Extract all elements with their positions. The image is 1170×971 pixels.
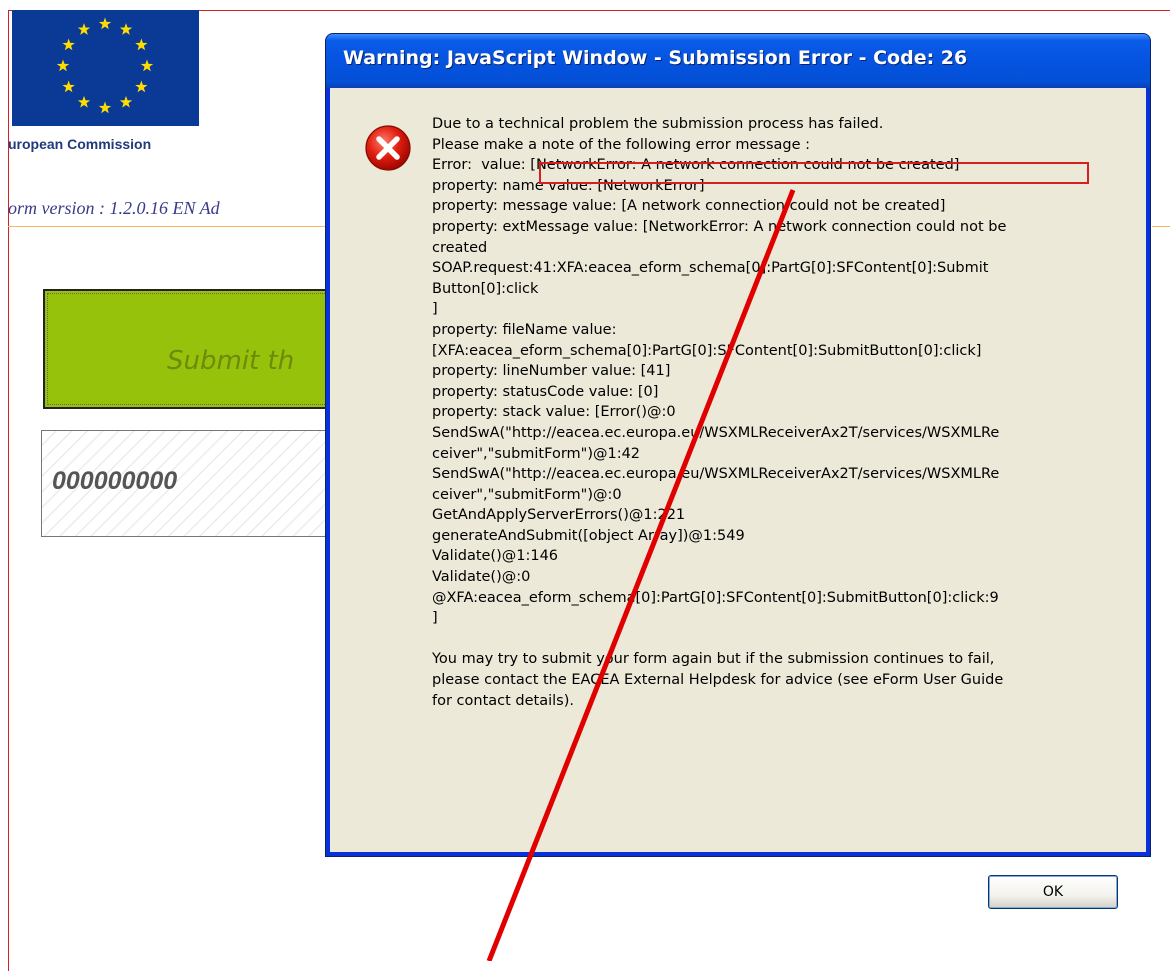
message-line: SendSwA("http://eacea.ec.europa.eu/WSXML… [432,466,1000,483]
error-message: Due to a technical problem the submissio… [432,114,1132,711]
form-version-label: orm version : 1.2.0.16 EN Ad [8,198,220,218]
message-line: Validate()@:0 [432,569,531,586]
eu-flag-logo [12,10,199,126]
submission-number-value: 000000000 [52,467,178,495]
message-line: property: message value: [A network conn… [432,198,946,215]
ok-button[interactable]: OK [988,875,1118,909]
message-line: SOAP.request:41:XFA:eacea_eform_schema[0… [432,260,989,277]
error-dialog: Warning: JavaScript Window - Submission … [325,33,1151,909]
message-line [432,629,1132,650]
message-line: ceiver","submitForm")@1:42 [432,445,641,462]
dialog-titlebar[interactable]: Warning: JavaScript Window - Submission … [326,34,1150,88]
message-line: You may try to submit your form again bu… [432,651,995,668]
message-line: Button[0]:click [432,280,539,297]
message-line: ] [432,610,438,627]
dialog-title: Warning: JavaScript Window - Submission … [343,47,968,69]
eu-caption: uropean Commission [8,136,152,152]
message-line: for contact details). [432,692,574,709]
message-line: GetAndApplyServerErrors()@1:221 [432,507,686,524]
eu-stars-icon [56,17,154,114]
divider [1152,226,1170,227]
message-line: ceiver","submitForm")@:0 [432,486,622,503]
message-line: property: statusCode value: [0] [432,383,659,400]
message-line: Please make a note of the following erro… [432,136,811,153]
message-line: please contact the EACEA External Helpde… [432,672,1004,689]
message-line: [XFA:eacea_eform_schema[0]:PartG[0]:SFCo… [432,342,982,359]
message-line: property: stack value: [Error()@:0 [432,404,676,421]
submission-number-field: 000000000 [41,430,341,537]
message-line: Validate()@1:146 [432,548,559,565]
message-line: property: extMessage value: [NetworkErro… [432,218,1007,235]
message-line: SendSwA("http://eacea.ec.europa.eu/WSXML… [432,424,1000,441]
highlight-annotation [539,162,1089,184]
message-line: created [432,239,488,256]
divider [8,226,328,227]
message-line: Due to a technical problem the submissio… [432,116,884,132]
submit-form-label: Submit th [167,346,295,376]
message-line: ] [432,301,438,318]
message-line: generateAndSubmit([object Array])@1:549 [432,527,745,544]
message-line: property: lineNumber value: [41] [432,363,671,380]
submit-form-button[interactable]: Submit th [43,289,343,409]
error-icon [365,125,411,171]
dialog-body: Due to a technical problem the submissio… [330,88,1146,909]
message-line: @XFA:eacea_eform_schema[0]:PartG[0]:SFCo… [432,589,999,606]
message-line: property: fileName value: [432,321,617,338]
